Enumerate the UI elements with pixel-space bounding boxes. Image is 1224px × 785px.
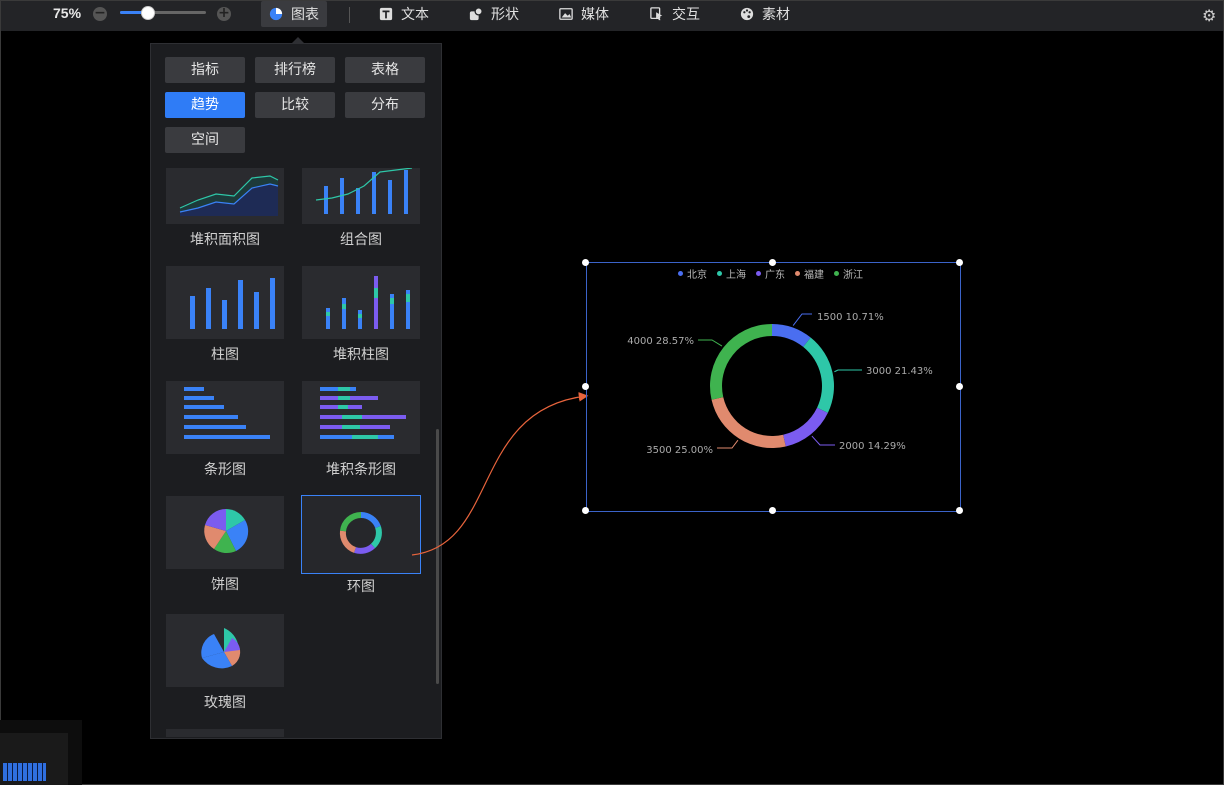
donut-slice[interactable] bbox=[783, 407, 828, 447]
slice-label-line bbox=[792, 313, 812, 326]
slice-data-label: 1500 10.71% bbox=[817, 312, 884, 323]
donut-slice[interactable] bbox=[772, 324, 811, 347]
slice-data-label: 2000 14.29% bbox=[839, 441, 906, 452]
donut-chart: 1500 10.71% 3000 21.43% 2000 14.29% 3500 25… bbox=[627, 312, 933, 456]
donut-slice[interactable] bbox=[803, 337, 834, 413]
slice-label-line bbox=[834, 369, 862, 373]
slice-data-label: 3500 25.00% bbox=[646, 445, 713, 456]
slice-data-label: 3000 21.43% bbox=[866, 366, 933, 377]
slice-label-line bbox=[811, 435, 835, 446]
donut-slice[interactable] bbox=[711, 397, 786, 448]
slice-label-line bbox=[717, 439, 739, 449]
slice-label-line bbox=[698, 339, 723, 347]
donut-slice[interactable] bbox=[710, 324, 772, 400]
slice-data-label: 4000 28.57% bbox=[627, 336, 694, 347]
